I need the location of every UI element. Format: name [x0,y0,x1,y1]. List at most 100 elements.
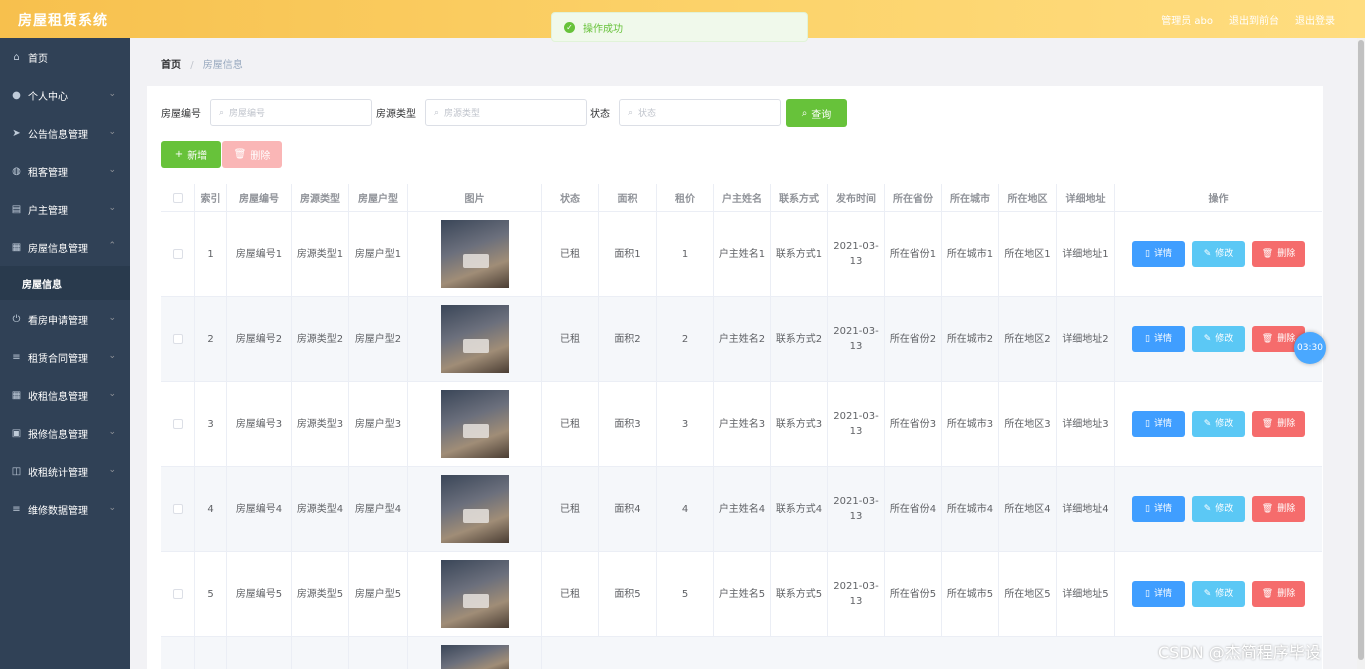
select-cell [161,467,195,551]
cell-owner: 户主姓名1 [714,212,771,296]
card-icon: ▤ [11,203,22,215]
edit-label: 修改 [1215,248,1234,259]
row-checkbox[interactable] [172,419,183,429]
cell-province: 所在省份3 [885,382,942,466]
cell-ops: ▯ 详情 ✎ 修改 🗑 删除 [1115,382,1322,466]
sidebar-item-maintenance[interactable]: ≡ 维修数据管理 ⌄ [0,490,130,528]
sidebar-item-rent-stats[interactable]: ◫ 收租统计管理 ⌄ [0,452,130,490]
query-button[interactable]: ⌕ 查询 [786,99,847,127]
delete-button[interactable]: 🗑 删除 [1252,496,1305,522]
sidebar-item-label: 房屋信息管理 [28,243,88,255]
cell-price: 4 [657,467,714,551]
content-panel: 房屋编号 ⌕ 房屋编号 房源类型 ⌕ 房源类型 状态 ⌕ 状态 ⌕ 查询 + 新… [147,86,1323,669]
row-checkbox[interactable] [172,249,183,259]
breadcrumb-home[interactable]: 首页 [161,60,181,71]
detail-button[interactable]: ▯ 详情 [1132,496,1185,522]
edit-button[interactable]: ✎ 修改 [1192,241,1245,267]
page-scrollbar[interactable] [1357,38,1365,669]
trash-icon: 🗑 [1261,418,1274,429]
cell-district: 所在地区1 [999,212,1057,296]
grid-icon: ▦ [11,241,22,253]
table-row: 5 房屋编号5 房源类型5 房屋户型5 已租 面积5 5 户主姓名5 联系方式5… [161,552,1322,637]
sidebar-item-label: 维修数据管理 [28,505,88,517]
delete-label: 删除 [1277,333,1296,344]
cell-index: 4 [195,467,227,551]
sidebar-item-viewing[interactable]: ⏻ 看房申请管理 ⌄ [0,300,130,338]
chart-icon: ◫ [11,465,22,477]
cell-area: 面积2 [599,297,657,381]
sidebar-item-contract[interactable]: ≡ 租赁合同管理 ⌄ [0,338,130,376]
document-icon: ▯ [1145,333,1150,344]
detail-button[interactable]: ▯ 详情 [1132,581,1185,607]
cell-date: 2021-03-13 [828,382,885,466]
sidebar-item-repair[interactable]: ▣ 报修信息管理 ⌄ [0,414,130,452]
cell-contact: 联系方式2 [771,297,828,381]
edit-button[interactable]: ✎ 修改 [1192,326,1245,352]
sidebar-item-owner[interactable]: ▤ 户主管理 ⌄ [0,190,130,228]
logout-link[interactable]: 退出登录 [1295,12,1335,27]
cell-owner: 户主姓名2 [714,297,771,381]
cell-house-type: 房源类型4 [292,467,349,551]
trash-icon: 🗑 [233,149,247,160]
col-header: 详细地址 [1057,184,1115,211]
filter-house-no: 房屋编号 ⌕ 房屋编号 [161,99,372,126]
house-photo[interactable] [440,390,509,458]
select-all-checkbox[interactable] [172,192,183,203]
col-header: 联系方式 [771,184,828,211]
status-input[interactable]: ⌕ 状态 [619,99,781,126]
cell-house-type: 房源类型1 [292,212,349,296]
pencil-icon: ✎ [1203,588,1212,599]
house-photo[interactable] [440,645,509,669]
sidebar-subitem-house-info[interactable]: 房屋信息 [0,266,130,300]
sidebar-item-tenant[interactable]: ◍ 租客管理 ⌄ [0,152,130,190]
house-type-input[interactable]: ⌕ 房源类型 [425,99,587,126]
delete-button[interactable]: 🗑 删除 [1252,411,1305,437]
sidebar-item-profile[interactable]: ● 个人中心 ⌄ [0,76,130,114]
edit-label: 修改 [1215,503,1234,514]
cell-house-no: 房屋编号4 [227,467,292,551]
main-content: 首页 / 房屋信息 房屋编号 ⌕ 房屋编号 房源类型 ⌕ 房源类型 状态 ⌕ 状… [130,38,1365,669]
delete-label: 删除 [250,151,271,162]
sidebar-item-label: 收租信息管理 [28,391,88,403]
trash-icon: 🗑 [1261,588,1274,599]
cell-owner: 户主姓名5 [714,552,771,636]
pencil-icon: ✎ [1203,418,1212,429]
scrollbar-thumb[interactable] [1358,40,1364,660]
col-header: 房源类型 [292,184,349,211]
row-checkbox[interactable] [172,589,183,599]
row-checkbox[interactable] [172,504,183,514]
select-cell [161,382,195,466]
sidebar-item-notice[interactable]: ➤ 公告信息管理 ⌄ [0,114,130,152]
sidebar-item-rent[interactable]: ▦ 收租信息管理 ⌄ [0,376,130,414]
col-header: 发布时间 [828,184,885,211]
cell-index: 2 [195,297,227,381]
detail-button[interactable]: ▯ 详情 [1132,411,1185,437]
house-photo[interactable] [440,220,509,288]
col-header: 图片 [408,184,542,211]
house-no-input[interactable]: ⌕ 房屋编号 [210,99,372,126]
breadcrumb-current: 房屋信息 [202,60,243,71]
edit-button[interactable]: ✎ 修改 [1192,496,1245,522]
back-home-link[interactable]: 退出到前台 [1229,12,1279,27]
row-checkbox[interactable] [172,334,183,344]
delete-button[interactable]: 🗑 删除 [1252,241,1305,267]
house-photo[interactable] [440,560,509,628]
sidebar-item-house[interactable]: ▦ 房屋信息管理 ⌃ [0,228,130,266]
batch-delete-button[interactable]: 🗑 删除 [222,141,282,168]
cell-city: 所在城市5 [942,552,999,636]
detail-label: 详情 [1153,333,1172,344]
table-row: 3 房屋编号3 房源类型3 房屋户型3 已租 面积3 3 户主姓名3 联系方式3… [161,382,1322,467]
detail-button[interactable]: ▯ 详情 [1132,241,1185,267]
house-photo[interactable] [440,305,509,373]
sidebar-item-home[interactable]: ⌂ 首页 [0,38,130,76]
edit-button[interactable]: ✎ 修改 [1192,411,1245,437]
add-button[interactable]: + 新增 [161,141,221,168]
delete-button[interactable]: 🗑 删除 [1252,581,1305,607]
cell-index: 5 [195,552,227,636]
detail-button[interactable]: ▯ 详情 [1132,326,1185,352]
check-circle-icon: ✓ [564,21,575,33]
cell-index: 3 [195,382,227,466]
cell-city: 所在城市1 [942,212,999,296]
edit-button[interactable]: ✎ 修改 [1192,581,1245,607]
house-photo[interactable] [440,475,509,543]
